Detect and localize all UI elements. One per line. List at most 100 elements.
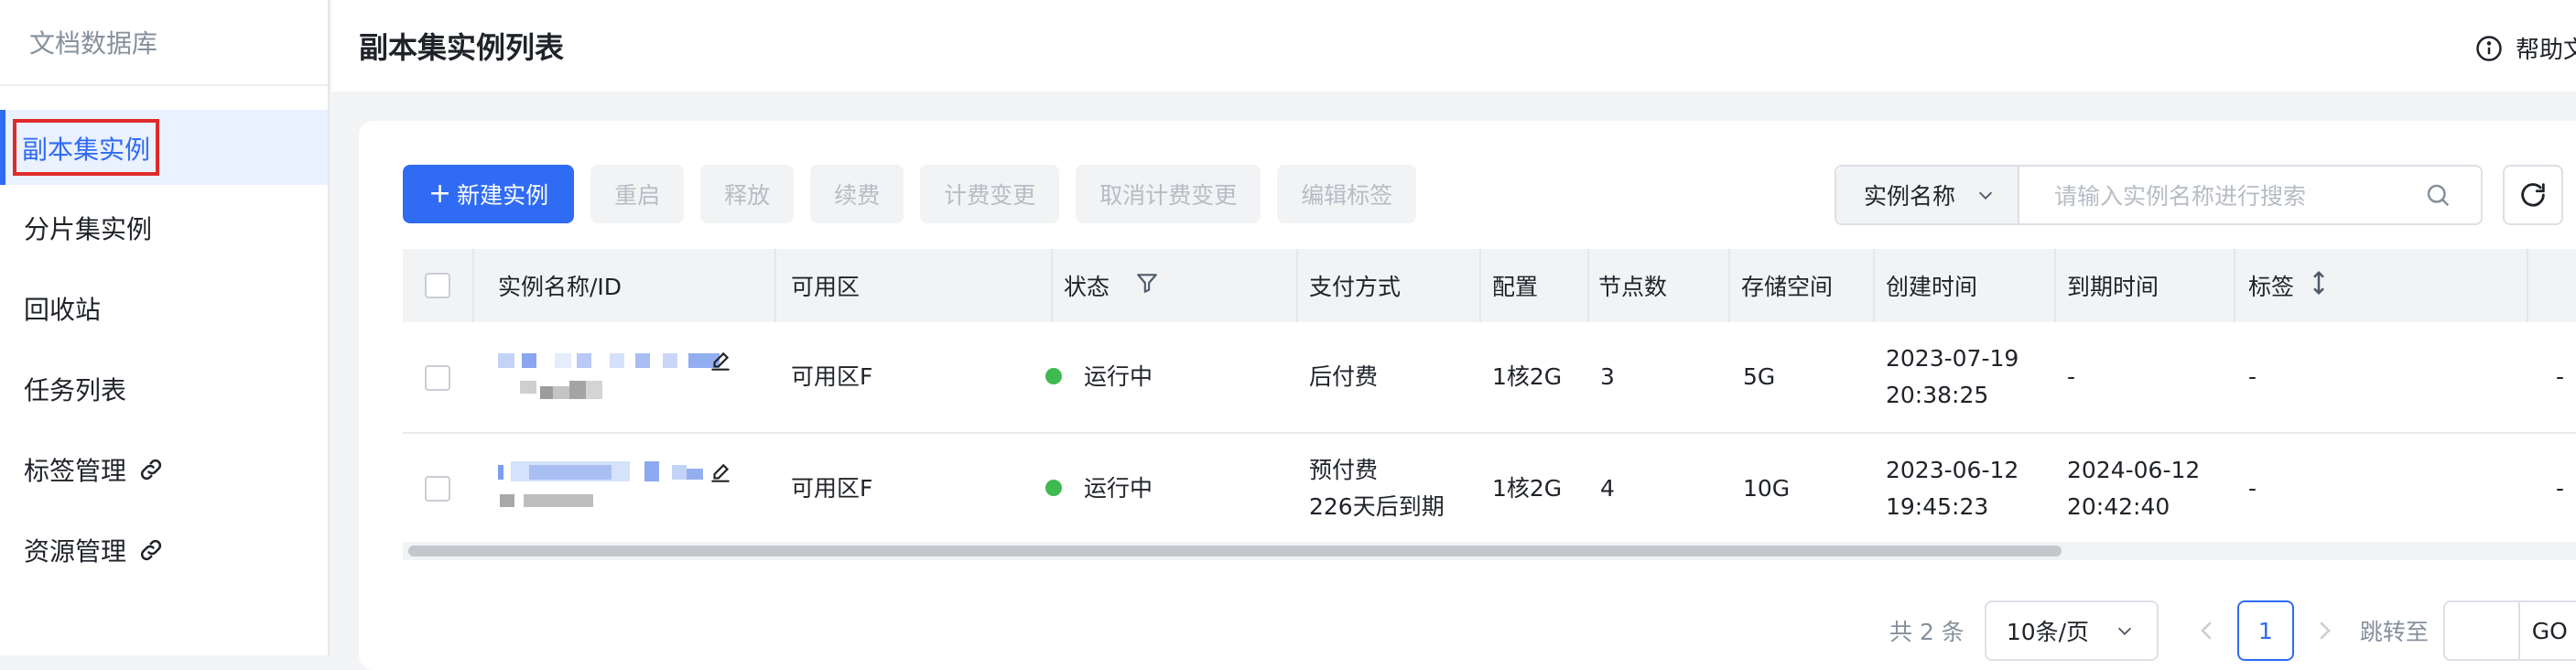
create-instance-label: 新建实例: [457, 182, 549, 209]
page-button-current[interactable]: 1: [2236, 600, 2294, 661]
storage-cell: 10G: [1743, 475, 1791, 502]
sidebar-item-label: 分片集实例: [24, 214, 153, 244]
sidebar-item-sharded[interactable]: 分片集实例: [0, 190, 328, 265]
refresh-button[interactable]: [2503, 165, 2563, 225]
create-instance-button[interactable]: + 新建实例: [403, 165, 575, 223]
go-button[interactable]: GO: [2532, 618, 2568, 644]
column-header-zone: 可用区: [791, 274, 860, 300]
column-header-status-label: 状态: [1064, 274, 1110, 300]
horizontal-scrollbar[interactable]: [403, 542, 2576, 560]
page-size-label: 10条/页: [2006, 619, 2090, 645]
info-icon: [2476, 35, 2502, 61]
nodes-cell: 4: [1600, 475, 1615, 502]
column-header-storage: 存储空间: [1741, 274, 1834, 300]
select-all-checkbox[interactable]: [425, 273, 450, 298]
cancel-billing-change-button[interactable]: 取消计费变更: [1076, 165, 1261, 223]
link-icon: [140, 459, 162, 481]
edit-name-icon[interactable]: [709, 461, 732, 485]
status-text: 运行中: [1084, 475, 1153, 502]
page-title: 副本集实例列表: [359, 30, 565, 65]
sort-icon[interactable]: [2309, 269, 2329, 297]
row-checkbox[interactable]: [425, 476, 450, 502]
sidebar: 文档数据库 副本集实例 分片集实例 回收站 任务列表 标签管理 资源管理: [0, 0, 330, 655]
search-box: 实例名称 请输入实例名称进行搜索: [1835, 165, 2483, 225]
created-date-cell: 2023-06-12: [1886, 457, 2019, 483]
sidebar-item-tag-management[interactable]: 标签管理: [0, 432, 328, 507]
chevron-down-icon: [2117, 627, 2132, 635]
jump-label: 跳转至: [2359, 619, 2429, 645]
restart-button[interactable]: 重启: [590, 165, 685, 223]
search-input[interactable]: 请输入实例名称进行搜索: [2019, 178, 2424, 211]
column-header-tags: 标签: [2248, 269, 2324, 302]
column-header-nodes: 节点数: [1598, 274, 1668, 300]
storage-cell: 5G: [1743, 363, 1776, 390]
chevron-down-icon: [1978, 191, 1993, 200]
instance-table: 实例名称/ID 可用区 状态 支付方式 配置 节点数 存储空间 创建时间 到期时…: [403, 249, 2576, 544]
payment-expiry-cell: 226天后到期: [1309, 493, 1445, 520]
jump-page-input[interactable]: GO: [2442, 600, 2576, 661]
search-field-select[interactable]: 实例名称: [1836, 167, 2019, 223]
plus-icon: +: [428, 178, 452, 210]
sidebar-item-label: 任务列表: [24, 375, 127, 405]
zone-cell: 可用区F: [791, 363, 873, 390]
sidebar-item-label: 副本集实例: [13, 119, 160, 176]
sidebar-item-label: 资源管理: [24, 536, 127, 567]
nodes-cell: 3: [1600, 363, 1615, 390]
edit-name-icon[interactable]: [709, 350, 732, 373]
sidebar-title: 文档数据库: [0, 0, 328, 86]
status-cell: 运行中: [1045, 470, 1153, 507]
toolbar: + 新建实例 重启 释放 续费 计费变更 取消计费变更 编辑标签: [403, 165, 1433, 223]
help-link[interactable]: 帮助文档: [2475, 31, 2576, 65]
sidebar-item-tasks[interactable]: 任务列表: [0, 351, 328, 427]
sidebar-nav: 副本集实例 分片集实例 回收站 任务列表 标签管理 资源管理: [0, 86, 328, 588]
column-header-status: 状态: [1064, 269, 1157, 302]
search-field-label: 实例名称: [1864, 183, 1956, 210]
link-icon: [140, 539, 162, 561]
pagination: 共 2 条 10条/页 1 跳转至 GO: [1889, 600, 2576, 661]
renew-button[interactable]: 续费: [810, 165, 904, 223]
sidebar-item-recycle-bin[interactable]: 回收站: [0, 271, 328, 346]
expire-time-cell: 20:42:40: [2067, 493, 2170, 520]
total-count: 共 2 条: [1889, 619, 1964, 645]
edit-tags-button[interactable]: 编辑标签: [1277, 165, 1417, 223]
tags-cell: -: [2248, 363, 2257, 390]
table-row[interactable]: 可用区F 运行中 后付费 1核2G 3 5G 2023-07-19 20:38:…: [403, 322, 2576, 434]
row-checkbox[interactable]: [425, 365, 450, 391]
refresh-icon: [2521, 183, 2545, 207]
config-cell: 1核2G: [1492, 475, 1563, 502]
release-button[interactable]: 释放: [700, 165, 795, 223]
next-page-icon[interactable]: [2311, 617, 2338, 644]
status-text: 运行中: [1084, 363, 1153, 390]
running-status-dot: [1045, 480, 1062, 496]
extra-cell: -: [2556, 363, 2565, 390]
created-time-cell: 19:45:23: [1886, 493, 1989, 520]
created-date-cell: 2023-07-19: [1886, 345, 2019, 372]
column-header-name: 实例名称/ID: [498, 274, 622, 300]
sidebar-item-label: 回收站: [24, 295, 102, 325]
table-row[interactable]: 可用区F 运行中 预付费 226天后到期 1核2G 4 10G 2023-06-…: [403, 434, 2576, 544]
filter-icon[interactable]: [1135, 271, 1159, 295]
column-header-config: 配置: [1492, 274, 1539, 300]
scrollbar-thumb[interactable]: [408, 546, 2062, 557]
sidebar-item-resource-management[interactable]: 资源管理: [0, 513, 328, 588]
tags-cell: -: [2248, 475, 2257, 502]
column-header-payment: 支付方式: [1309, 274, 1402, 300]
expire-cell: -: [2067, 363, 2076, 390]
table-header: 实例名称/ID 可用区 状态 支付方式 配置 节点数 存储空间 创建时间 到期时…: [403, 249, 2576, 322]
column-header-created: 创建时间: [1886, 274, 1978, 300]
billing-change-button[interactable]: 计费变更: [920, 165, 1060, 223]
search-icon[interactable]: [2424, 181, 2452, 209]
help-label: 帮助文档: [2516, 37, 2576, 64]
zone-cell: 可用区F: [791, 475, 873, 502]
page-size-select[interactable]: 10条/页: [1984, 600, 2159, 661]
status-cell: 运行中: [1045, 359, 1153, 395]
instance-list-card: + 新建实例 重启 释放 续费 计费变更 取消计费变更 编辑标签 实例名称 请输…: [359, 121, 2576, 670]
sidebar-item-replica-set[interactable]: 副本集实例: [0, 110, 328, 185]
sidebar-item-label: 标签管理: [24, 456, 127, 486]
payment-cell: 后付费: [1309, 363, 1379, 390]
expire-date-cell: 2024-06-12: [2067, 457, 2201, 483]
column-header-tags-label: 标签: [2248, 274, 2295, 300]
page-header: 副本集实例列表 帮助文档: [331, 0, 2576, 92]
extra-cell: -: [2556, 475, 2565, 502]
prev-page-icon[interactable]: [2193, 617, 2221, 644]
